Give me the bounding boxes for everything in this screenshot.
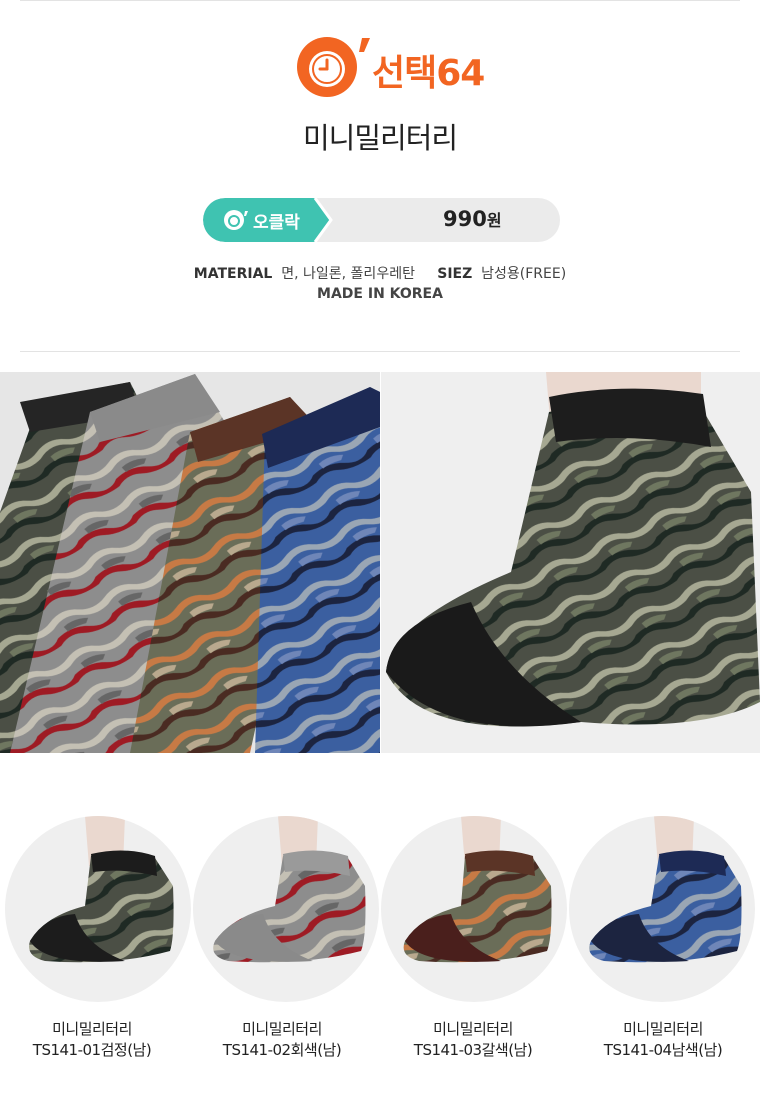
origin-text: MADE IN KOREA [317, 286, 443, 302]
variant-image-brown[interactable] [381, 816, 567, 1002]
variant-caption-4: 미니밀리터리 TS141-04남색(남) [563, 1019, 760, 1061]
price-unit: 원 [486, 211, 502, 230]
size-label: SIEZ [437, 266, 473, 282]
price-box: 오클락 990원 [203, 198, 560, 242]
variant-name: 미니밀리터리 [433, 1020, 513, 1038]
variant-caption-1: 미니밀리터리 TS141-01검정(남) [0, 1019, 192, 1061]
variant-caption-2: 미니밀리터리 TS141-02회색(남) [182, 1019, 382, 1061]
price-amount: 990 [443, 207, 487, 231]
material-value: 면, 나일론, 폴리우레탄 [281, 266, 415, 282]
variant-code: TS141-02회색(남) [222, 1041, 342, 1059]
variant-image-black[interactable] [5, 816, 191, 1002]
variant-code: TS141-01검정(남) [32, 1041, 152, 1059]
variant-code: TS141-04남색(남) [603, 1041, 723, 1059]
clock-icon [224, 210, 248, 230]
material-label: MATERIAL [193, 266, 273, 282]
section-divider [20, 351, 740, 352]
variant-name: 미니밀리터리 [52, 1020, 132, 1038]
brand-logo-text: 선택64 [372, 53, 485, 94]
size-value: 남성용(FREE) [481, 266, 567, 282]
variant-code: TS141-03갈색(남) [413, 1041, 533, 1059]
variant-caption-3: 미니밀리터리 TS141-03갈색(남) [373, 1019, 573, 1061]
product-photo-all-colors [0, 372, 380, 753]
product-photo-worn [381, 372, 760, 753]
variant-name: 미니밀리터리 [623, 1020, 703, 1038]
variant-name: 미니밀리터리 [242, 1020, 322, 1038]
price-value: 990원 [443, 207, 502, 231]
price-tag-label: 오클락 [253, 213, 300, 233]
spec-line-material-size: MATERIAL 면, 나일론, 폴리우레탄 SIEZ 남성용(FREE) [0, 263, 760, 283]
variant-image-gray[interactable] [193, 816, 379, 1002]
top-divider [20, 0, 740, 1]
product-title: 미니밀리터리 [302, 121, 458, 155]
variant-image-navy[interactable] [569, 816, 755, 1002]
